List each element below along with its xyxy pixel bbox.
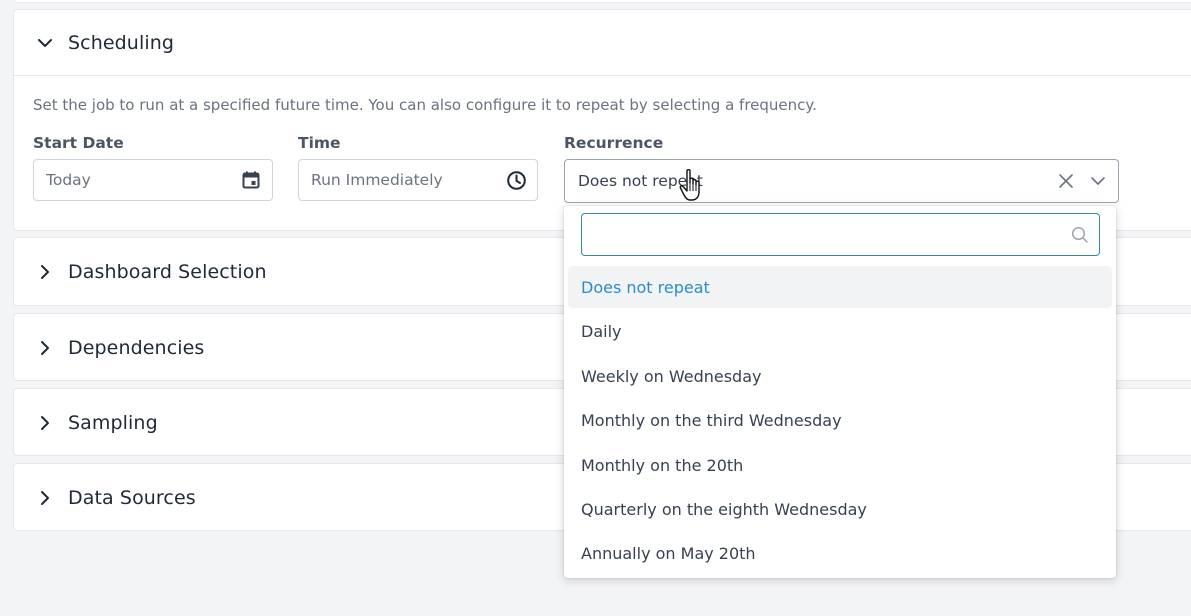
recurrence-option[interactable]: Monthly on the 20th bbox=[568, 444, 1112, 486]
recurrence-select[interactable]: Does not repeat bbox=[564, 159, 1119, 203]
recurrence-option[interactable]: Quarterly on the eighth Wednesday bbox=[568, 488, 1112, 530]
recurrence-option[interactable]: Monthly on the third Wednesday bbox=[568, 399, 1112, 441]
previous-panel-edge bbox=[13, 0, 1191, 3]
time-field[interactable]: Run Immediately bbox=[298, 159, 538, 201]
time-label: Time bbox=[298, 134, 341, 152]
chevron-down-icon bbox=[34, 32, 56, 54]
chevron-right-icon bbox=[34, 337, 56, 359]
recurrence-option[interactable]: Annually on May 20th bbox=[568, 532, 1112, 574]
dashboard-selection-title: Dashboard Selection bbox=[68, 261, 267, 283]
recurrence-label: Recurrence bbox=[564, 134, 664, 152]
start-date-label: Start Date bbox=[33, 134, 124, 152]
sampling-title: Sampling bbox=[68, 412, 158, 434]
scheduling-description: Set the job to run at a specified future… bbox=[33, 96, 817, 114]
recurrence-option[interactable]: Weekly on Wednesday bbox=[568, 355, 1112, 397]
chevron-right-icon bbox=[34, 487, 56, 509]
start-date-placeholder: Today bbox=[46, 171, 91, 189]
dependencies-title: Dependencies bbox=[68, 337, 205, 359]
scheduling-header[interactable]: Scheduling bbox=[14, 10, 1191, 76]
data-sources-title: Data Sources bbox=[68, 487, 196, 509]
clock-icon[interactable] bbox=[505, 169, 527, 191]
time-placeholder: Run Immediately bbox=[311, 171, 443, 189]
chevron-right-icon bbox=[34, 412, 56, 434]
start-date-field[interactable]: Today bbox=[33, 159, 273, 201]
calendar-icon[interactable] bbox=[240, 169, 262, 191]
search-icon bbox=[1070, 225, 1090, 245]
chevron-right-icon bbox=[34, 261, 56, 283]
recurrence-option[interactable]: Daily bbox=[568, 310, 1112, 352]
scheduling-panel: Scheduling Set the job to run at a speci… bbox=[13, 9, 1191, 231]
close-icon[interactable] bbox=[1056, 171, 1076, 191]
recurrence-option[interactable]: Does not repeat bbox=[568, 266, 1112, 308]
recurrence-search[interactable] bbox=[581, 213, 1100, 256]
recurrence-dropdown: Does not repeat Daily Weekly on Wednesda… bbox=[564, 206, 1116, 578]
chevron-down-icon[interactable] bbox=[1088, 171, 1108, 191]
recurrence-value: Does not repeat bbox=[578, 172, 703, 190]
recurrence-search-input[interactable] bbox=[582, 214, 1099, 255]
scheduling-title: Scheduling bbox=[68, 31, 175, 54]
